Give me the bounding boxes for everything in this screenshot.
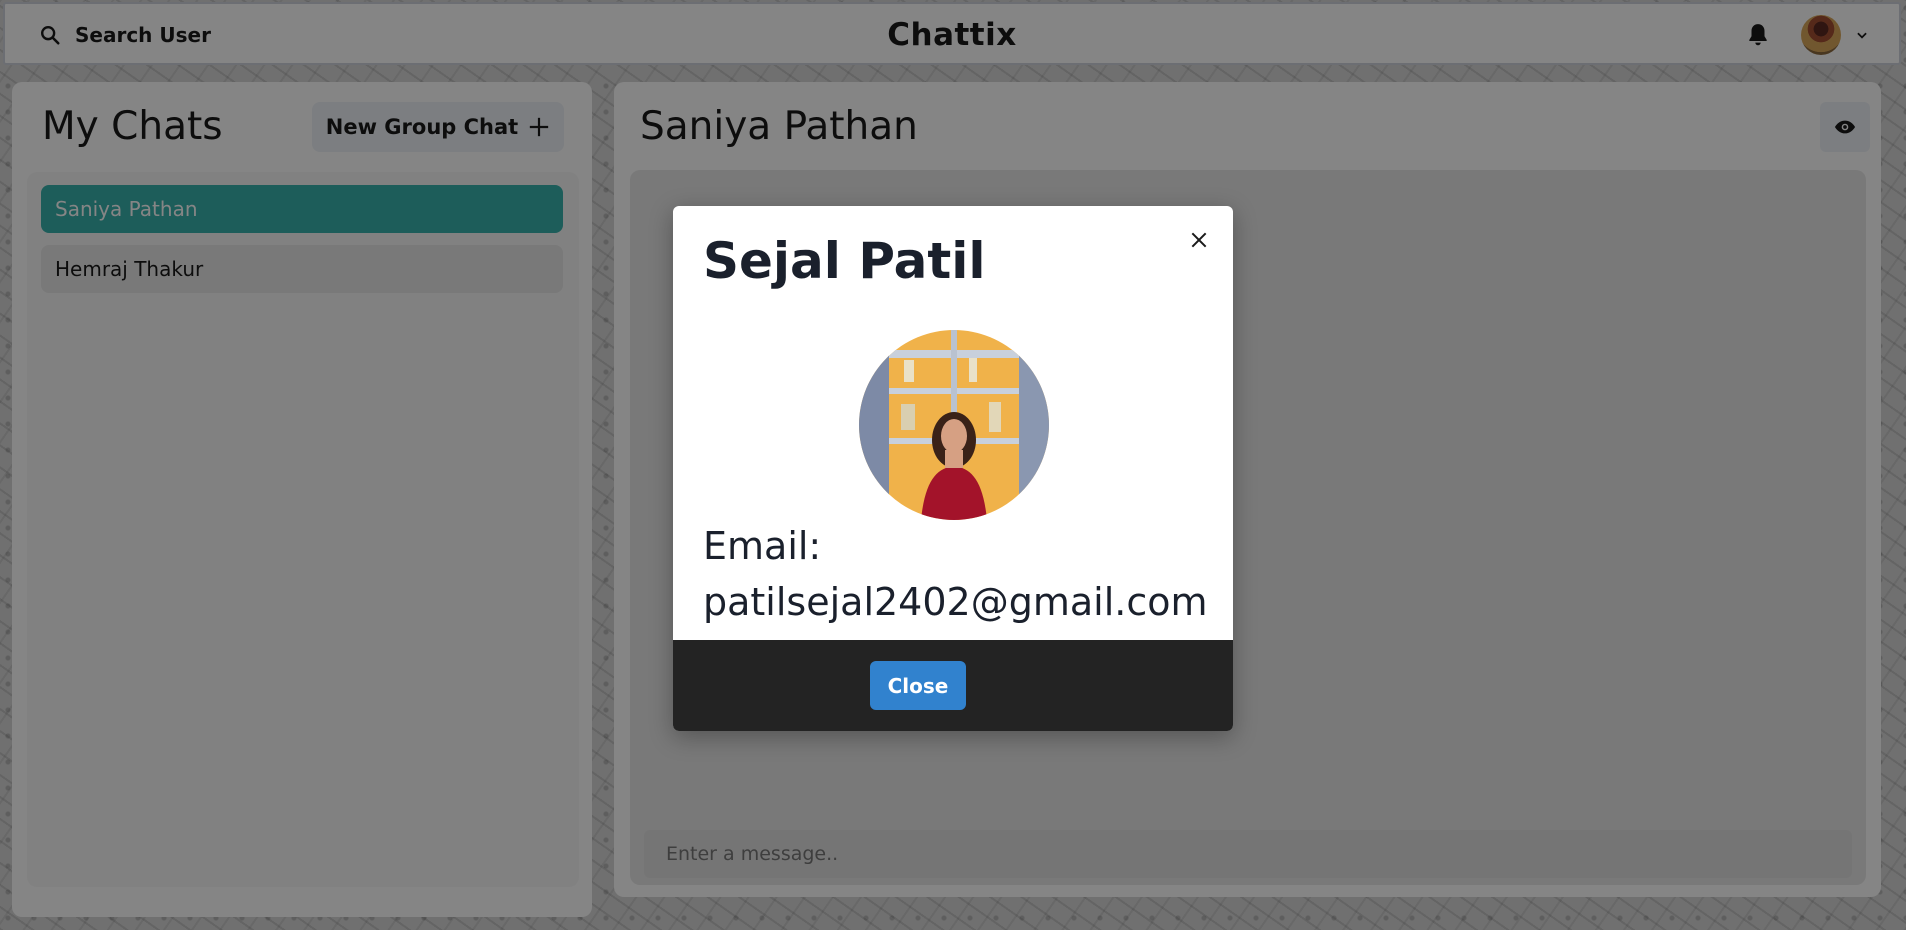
modal-title: Sejal Patil [703, 232, 986, 290]
profile-picture [859, 330, 1049, 520]
modal-footer: Close [673, 640, 1233, 731]
email-label: Email: [703, 524, 822, 568]
email-text: Email: patilsejal2402@gmail.com [703, 518, 1213, 630]
email-value: patilsejal2402@gmail.com [703, 580, 1208, 624]
profile-modal: Sejal Patil Email: patilsejal2402@gmail.… [673, 206, 1233, 731]
close-button[interactable]: Close [870, 661, 966, 710]
close-icon[interactable] [1183, 224, 1215, 256]
